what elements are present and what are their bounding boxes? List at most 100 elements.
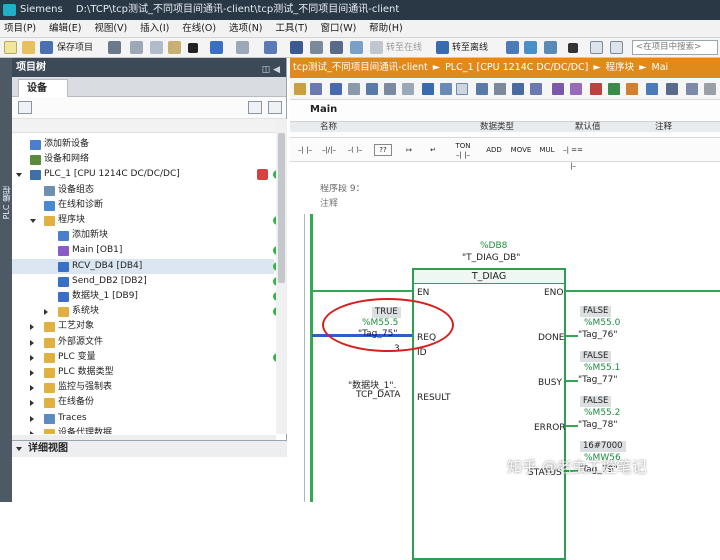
chevron-right-icon[interactable] [30, 415, 34, 422]
tree-item[interactable]: 在线和诊断 [12, 198, 274, 213]
add-instruction[interactable]: ADD [482, 142, 506, 158]
tree-item[interactable]: 系统块 [12, 304, 282, 319]
close-branch-icon[interactable]: ↵ [424, 142, 442, 158]
chevron-right-icon[interactable] [30, 400, 34, 407]
start-sim-icon[interactable] [330, 41, 343, 54]
go-online-button[interactable]: 转至在线 [386, 38, 422, 58]
step-icon[interactable] [646, 83, 658, 95]
insert-network-icon[interactable] [330, 83, 342, 95]
undo-icon[interactable] [210, 41, 223, 54]
tree-item[interactable]: Main [OB1] [12, 243, 282, 258]
menu-help[interactable]: 帮助(H) [365, 20, 409, 38]
monitor-icon[interactable] [552, 83, 564, 95]
ton-icon[interactable]: TON –| |– [452, 142, 474, 159]
menu-options[interactable]: 选项(N) [225, 20, 269, 38]
done-tag[interactable]: "Tag_76" [578, 330, 617, 340]
paste-icon[interactable] [168, 41, 181, 54]
new-project-icon[interactable] [4, 41, 17, 54]
comments-icon[interactable] [402, 83, 414, 95]
error-tag[interactable]: "Tag_78" [578, 420, 617, 430]
column-data-type[interactable]: 数据类型 [480, 122, 514, 132]
tree-item[interactable]: Traces [12, 411, 274, 426]
watch-icon[interactable] [570, 83, 582, 95]
empty-box-icon[interactable]: ?? [374, 144, 392, 156]
go-to-icon[interactable] [456, 83, 468, 95]
tree-item[interactable]: 在线备份 [12, 395, 274, 410]
ladder-icon[interactable] [294, 83, 306, 95]
stop-cpu-icon[interactable] [544, 41, 557, 54]
tree-item[interactable]: 添加新设备 [12, 137, 274, 152]
overview-icon[interactable] [248, 101, 262, 114]
column-default-value[interactable]: 默认值 [575, 122, 601, 132]
split-horizontal-icon[interactable] [590, 41, 603, 54]
print-icon[interactable] [108, 41, 121, 54]
coil-icon[interactable]: –( )– [342, 142, 368, 158]
breakpoint-icon[interactable] [626, 83, 638, 95]
busy-tag[interactable]: "Tag_77" [578, 375, 617, 385]
tree-scroll-thumb[interactable] [278, 133, 285, 283]
details-view-header[interactable]: 详细视图 [12, 441, 287, 457]
menu-tools[interactable]: 工具(T) [271, 20, 313, 38]
open-project-icon[interactable] [22, 41, 35, 54]
new-item-icon[interactable] [18, 101, 32, 114]
view-icon[interactable] [666, 83, 678, 95]
modify-icon[interactable] [590, 83, 602, 95]
delete-network-icon[interactable] [348, 83, 360, 95]
compare-icon[interactable] [530, 83, 542, 95]
go-offline-button[interactable]: 转至离线 [452, 38, 488, 58]
chevron-down-icon[interactable] [30, 219, 36, 223]
chevron-right-icon[interactable] [30, 385, 34, 392]
absolute-address-icon[interactable] [422, 83, 434, 95]
tree-item[interactable]: 设备组态 [12, 183, 274, 198]
no-contact-icon[interactable]: –| |– [294, 142, 316, 158]
favorites-icon[interactable] [440, 83, 452, 95]
accessible-devices-icon[interactable] [506, 41, 519, 54]
tree-item[interactable]: PLC 数据类型 [12, 365, 274, 380]
tree-item[interactable]: 工艺对象 [12, 319, 274, 334]
chevron-right-icon[interactable] [44, 309, 48, 316]
snapshot-icon[interactable] [512, 83, 524, 95]
chevron-right-icon[interactable] [30, 430, 34, 434]
move-instruction[interactable]: MOVE [508, 142, 534, 158]
tree-item[interactable]: 设备和网络 [12, 152, 274, 167]
split-vertical-icon[interactable] [610, 41, 623, 54]
chevron-right-icon[interactable] [30, 339, 34, 346]
column-name[interactable]: 名称 [320, 122, 337, 132]
column-comment[interactable]: 注释 [655, 122, 672, 132]
tree-item[interactable]: Send_DB2 [DB2] [12, 274, 282, 289]
menu-project[interactable]: 项目(P) [0, 20, 42, 38]
tree-item[interactable]: PLC 变量 [12, 350, 282, 365]
menu-insert[interactable]: 插入(I) [136, 20, 175, 38]
save-project-button[interactable]: 保存项目 [57, 38, 93, 58]
project-search-input[interactable]: <在项目中搜索> [632, 40, 718, 55]
tree-item[interactable]: 外部源文件 [12, 335, 274, 350]
expand-all-icon[interactable] [366, 83, 378, 95]
force-icon[interactable] [608, 83, 620, 95]
tree-item[interactable]: 监控与强制表 [12, 380, 274, 395]
menu-edit[interactable]: 编辑(E) [45, 20, 87, 38]
instance-db-name[interactable]: "T_DIAG_DB" [462, 253, 520, 263]
chevron-right-icon[interactable] [30, 354, 34, 361]
tree-item[interactable]: PLC_1 [CPU 1214C DC/DC/DC] [12, 167, 282, 182]
network-comment[interactable]: 注释 [320, 196, 338, 209]
close-view-icon[interactable] [568, 43, 578, 53]
compare-instruction-icon[interactable]: –| == |– [562, 142, 584, 170]
open-branch-icon[interactable]: ↦ [400, 142, 418, 158]
tree-item[interactable]: 设备代理数据 [12, 426, 274, 434]
plc-programming-tab[interactable]: PLC 编程 [1, 186, 11, 219]
tree-item[interactable]: 添加新块 [12, 228, 274, 243]
chevron-down-icon[interactable] [16, 173, 22, 178]
breadcrumb-plc[interactable]: PLC_1 [CPU 1214C DC/DC/DC] [445, 62, 588, 73]
more-icon[interactable] [704, 83, 716, 95]
online-icon[interactable] [350, 41, 363, 54]
tree-item[interactable]: 程序块 [12, 213, 282, 228]
compile-icon[interactable] [264, 41, 277, 54]
tree-item[interactable]: 数据块_1 [DB9] [12, 289, 282, 304]
download-icon[interactable] [290, 41, 303, 54]
breadcrumb-project[interactable]: tcp测试_不同项目间通讯-client [293, 62, 428, 73]
delete-icon[interactable] [188, 43, 198, 53]
chevron-right-icon[interactable] [30, 370, 34, 376]
settings-icon[interactable] [686, 83, 698, 95]
nc-contact-icon[interactable]: –|/|– [318, 142, 340, 158]
mul-instruction[interactable]: MUL [536, 142, 558, 158]
